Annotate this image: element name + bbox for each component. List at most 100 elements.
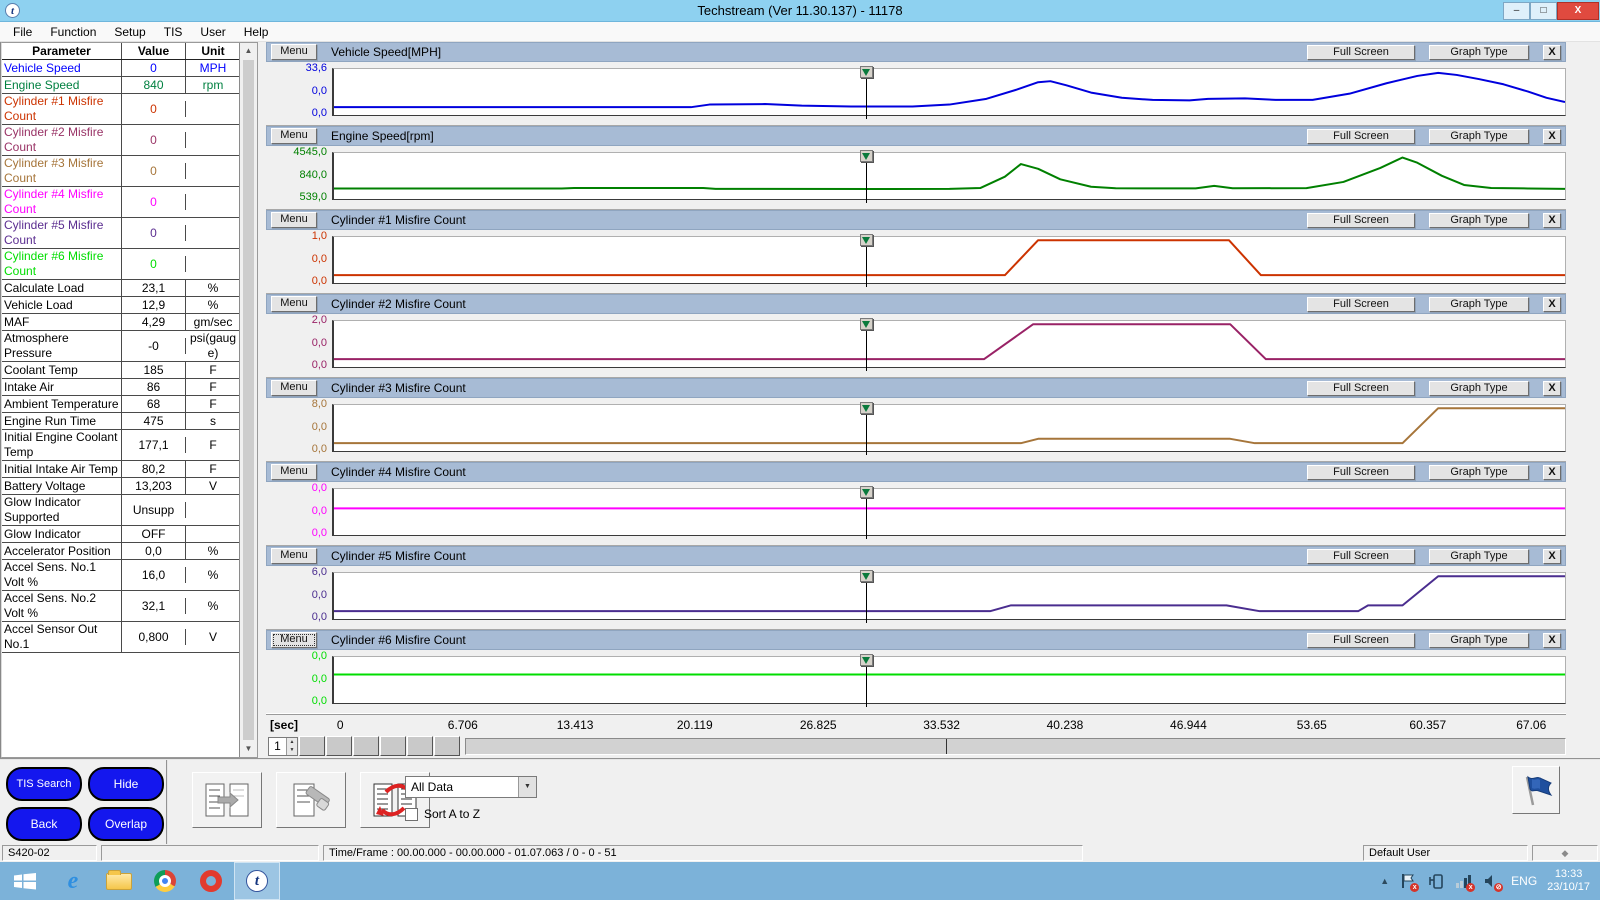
close-graph-button-4[interactable]: X [1543, 380, 1561, 396]
graph-menu-button-1[interactable]: Menu [271, 128, 317, 144]
table-row-13[interactable]: Intake Air 86 F [2, 379, 239, 396]
full-screen-button-6[interactable]: Full Screen [1307, 548, 1415, 564]
table-row-21[interactable]: Accelerator Position 0,0 % [2, 543, 239, 560]
taskbar-explorer-button[interactable] [96, 862, 142, 900]
cursor-handle-icon-5[interactable] [859, 486, 873, 498]
close-graph-button-0[interactable]: X [1543, 44, 1561, 60]
table-row-11[interactable]: Atmosphere Pressure -0 psi(gauge) [2, 331, 239, 362]
record-list-button[interactable] [276, 772, 346, 828]
network-status-icon[interactable]: x [1455, 872, 1476, 892]
table-row-9[interactable]: Vehicle Load 12,9 % [2, 297, 239, 314]
clock[interactable]: 13:33 23/10/17 [1547, 868, 1590, 894]
table-row-1[interactable]: Engine Speed 840 rpm [2, 77, 239, 94]
close-graph-button-1[interactable]: X [1543, 128, 1561, 144]
graph-type-button-3[interactable]: Graph Type [1429, 296, 1529, 312]
full-screen-button-4[interactable]: Full Screen [1307, 380, 1415, 396]
full-screen-button-7[interactable]: Full Screen [1307, 632, 1415, 648]
plot-area-1[interactable] [332, 150, 1566, 203]
data-filter-dropdown[interactable]: All Data ▼ [405, 776, 537, 798]
graph-type-button-0[interactable]: Graph Type [1429, 44, 1529, 60]
graph-menu-button-2[interactable]: Menu [271, 212, 317, 228]
play-button-transport[interactable] [326, 736, 352, 756]
last-frame-button-transport[interactable] [434, 736, 460, 756]
graph-type-button-4[interactable]: Graph Type [1429, 380, 1529, 396]
close-graph-button-6[interactable]: X [1543, 548, 1561, 564]
next-frame-button-transport[interactable] [407, 736, 433, 756]
graph-menu-button-6[interactable]: Menu [271, 548, 317, 564]
taskbar-opera-button[interactable] [188, 862, 234, 900]
cursor-handle-icon-7[interactable] [859, 654, 873, 666]
plot-area-3[interactable] [332, 318, 1566, 371]
back-button[interactable]: Back [6, 807, 82, 841]
scrollbar-thumb[interactable] [243, 60, 254, 740]
graph-menu-button-0[interactable]: Menu [271, 44, 317, 60]
dropdown-arrow-icon[interactable]: ▼ [518, 777, 536, 797]
menu-item-4[interactable]: User [191, 23, 234, 41]
graph-menu-button-3[interactable]: Menu [271, 296, 317, 312]
table-row-23[interactable]: Accel Sens. No.2 Volt % 32,1 % [2, 591, 239, 622]
language-indicator[interactable]: ENG [1511, 874, 1537, 888]
scroll-up-icon[interactable]: ▲ [240, 43, 257, 59]
tis-search-button[interactable]: TIS Search [6, 767, 82, 801]
table-scrollbar[interactable]: ▲ ▼ [240, 43, 257, 757]
table-row-5[interactable]: Cylinder #4 Misfire Count 0 [2, 187, 239, 218]
table-row-18[interactable]: Battery Voltage 13,203 V [2, 478, 239, 495]
table-row-14[interactable]: Ambient Temperature 68 F [2, 396, 239, 413]
table-row-16[interactable]: Initial Engine Coolant Temp 177,1 F [2, 430, 239, 461]
spinner-down-icon[interactable]: ▼ [287, 746, 297, 755]
graph-type-button-2[interactable]: Graph Type [1429, 212, 1529, 228]
sort-checkbox[interactable] [405, 807, 418, 821]
taskbar-chrome-button[interactable] [142, 862, 188, 900]
table-row-10[interactable]: MAF 4,29 gm/sec [2, 314, 239, 331]
plot-area-6[interactable] [332, 570, 1566, 623]
graph-menu-button-7[interactable]: Menu [271, 632, 317, 648]
table-row-0[interactable]: Vehicle Speed 0 MPH [2, 60, 239, 77]
table-row-3[interactable]: Cylinder #2 Misfire Count 0 [2, 125, 239, 156]
tray-expand-icon[interactable]: ▲ [1380, 876, 1389, 886]
full-screen-button-2[interactable]: Full Screen [1307, 212, 1415, 228]
menu-item-5[interactable]: Help [235, 23, 278, 41]
overlap-button[interactable]: Overlap [88, 807, 164, 841]
close-graph-button-5[interactable]: X [1543, 464, 1561, 480]
flag-status-icon[interactable]: x [1399, 872, 1420, 892]
list-transfer-button[interactable] [192, 772, 262, 828]
cursor-handle-icon-0[interactable] [859, 66, 873, 78]
table-row-19[interactable]: Glow Indicator Supported Unsupp [2, 495, 239, 526]
hide-button[interactable]: Hide [88, 767, 164, 801]
spinner-up-icon[interactable]: ▲ [287, 737, 297, 746]
menu-item-2[interactable]: Setup [105, 23, 154, 41]
table-row-20[interactable]: Glow Indicator OFF [2, 526, 239, 543]
menu-item-0[interactable]: File [4, 23, 41, 41]
taskbar-ie-button[interactable]: e [50, 862, 96, 900]
cursor-handle-icon-4[interactable] [859, 402, 873, 414]
first-frame-button-transport[interactable] [353, 736, 379, 756]
cursor-handle-icon-3[interactable] [859, 318, 873, 330]
maximize-button[interactable]: □ [1530, 1, 1557, 20]
table-row-2[interactable]: Cylinder #1 Misfire Count 0 [2, 94, 239, 125]
table-row-6[interactable]: Cylinder #5 Misfire Count 0 [2, 218, 239, 249]
taskbar-techstream-button[interactable]: t [234, 862, 280, 900]
table-row-12[interactable]: Coolant Temp 185 F [2, 362, 239, 379]
close-button[interactable]: X [1557, 1, 1599, 20]
cursor-handle-icon-1[interactable] [859, 150, 873, 162]
graph-type-button-1[interactable]: Graph Type [1429, 128, 1529, 144]
plot-area-0[interactable] [332, 66, 1566, 119]
volume-muted-icon[interactable]: ⊘ [1483, 872, 1504, 892]
plot-area-5[interactable] [332, 486, 1566, 539]
device-status-icon[interactable] [1427, 872, 1445, 890]
graph-type-button-7[interactable]: Graph Type [1429, 632, 1529, 648]
table-row-15[interactable]: Engine Run Time 475 s [2, 413, 239, 430]
pause-button-transport[interactable] [299, 736, 325, 756]
minimize-button[interactable]: – [1503, 1, 1530, 20]
table-row-4[interactable]: Cylinder #3 Misfire Count 0 [2, 156, 239, 187]
table-row-17[interactable]: Initial Intake Air Temp 80,2 F [2, 461, 239, 478]
graph-menu-button-4[interactable]: Menu [271, 380, 317, 396]
table-row-7[interactable]: Cylinder #6 Misfire Count 0 [2, 249, 239, 280]
start-button[interactable] [0, 862, 50, 900]
graph-type-button-5[interactable]: Graph Type [1429, 464, 1529, 480]
frame-spinner[interactable]: 1 ▲ ▼ [268, 736, 298, 756]
plot-area-4[interactable] [332, 402, 1566, 455]
prev-frame-button-transport[interactable] [380, 736, 406, 756]
full-screen-button-0[interactable]: Full Screen [1307, 44, 1415, 60]
timeline-slider[interactable] [465, 737, 1566, 755]
